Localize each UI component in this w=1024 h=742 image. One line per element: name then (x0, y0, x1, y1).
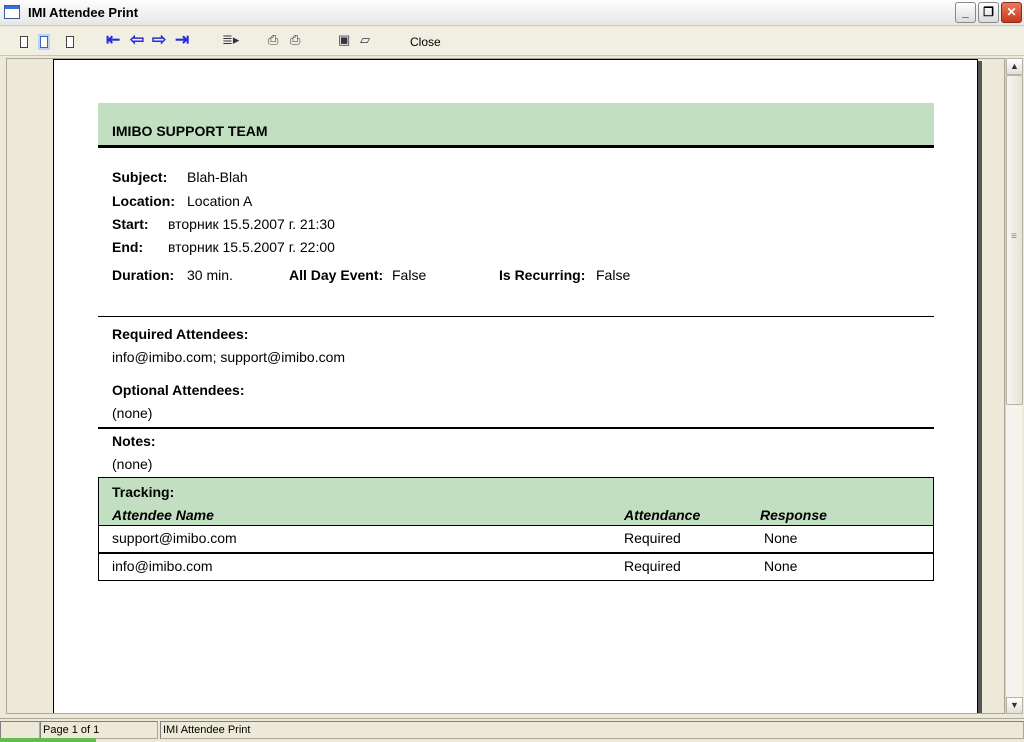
title-bar: IMI Attendee Print _ ❐ ✕ (0, 0, 1024, 26)
subject-label: Subject: (112, 169, 168, 185)
tracking-header: Tracking: Attendee Name Attendance Respo… (99, 478, 933, 526)
previous-page-icon[interactable]: ⇦ (130, 31, 144, 49)
window-title: IMI Attendee Print (28, 5, 139, 20)
attendee-name-cell: info@imibo.com (112, 558, 213, 574)
recurring-label: Is Recurring: (499, 267, 586, 283)
table-row: support@imibo.com Required None (99, 526, 933, 554)
location-label: Location: (112, 193, 175, 209)
last-page-icon[interactable]: ⇥ (175, 31, 189, 49)
status-pane-empty (0, 721, 40, 739)
all-day-value: False (392, 267, 427, 283)
end-value: вторник 15.5.2007 г. 22:00 (168, 239, 335, 255)
report-page: IMIBO SUPPORT TEAM Subject: Blah-Blah Lo… (53, 59, 978, 713)
page-shadow (978, 61, 982, 713)
end-label: End: (112, 239, 144, 255)
notes-value: (none) (112, 456, 153, 472)
response-cell: None (764, 530, 798, 546)
taskbar-strip (0, 738, 96, 742)
column-header-attendee-name: Attendee Name (112, 507, 214, 523)
report-viewport: IMIBO SUPPORT TEAM Subject: Blah-Blah Lo… (6, 58, 1005, 714)
location-value: Location A (187, 193, 253, 209)
column-header-attendance: Attendance (624, 507, 701, 523)
tracking-table: Tracking: Attendee Name Attendance Respo… (98, 477, 934, 581)
close-window-button[interactable]: ✕ (1001, 2, 1022, 23)
optional-attendees-value: (none) (112, 405, 153, 421)
attendance-cell: Required (624, 558, 681, 574)
duration-label: Duration: (112, 267, 175, 283)
recurring-value: False (596, 267, 631, 283)
scroll-up-icon[interactable]: ▲ (1006, 58, 1023, 75)
start-value: вторник 15.5.2007 г. 21:30 (168, 216, 335, 232)
duration-value: 30 min. (187, 267, 233, 283)
required-attendees-value: info@imibo.com; support@imibo.com (112, 349, 346, 365)
divider (98, 427, 934, 429)
close-button[interactable]: Close (410, 35, 441, 51)
optional-attendees-label: Optional Attendees: (112, 382, 245, 398)
save-icon[interactable]: ▣ (338, 33, 350, 49)
scroll-down-icon[interactable]: ▼ (1006, 697, 1023, 714)
column-header-response: Response (760, 507, 827, 523)
status-bar: Page 1 of 1 IMI Attendee Print (0, 718, 1024, 742)
subject-value: Blah-Blah (187, 169, 248, 185)
minimize-button[interactable]: _ (955, 2, 976, 23)
status-document-name: IMI Attendee Print (160, 721, 1024, 739)
start-label: Start: (112, 216, 149, 232)
print-setup-icon[interactable]: ⎙ (268, 33, 278, 49)
response-cell: None (764, 558, 798, 574)
team-title: IMIBO SUPPORT TEAM (112, 123, 268, 139)
whole-page-icon[interactable] (66, 36, 74, 48)
goto-page-icon[interactable]: ≣▸ (222, 33, 239, 49)
divider (98, 316, 934, 317)
notes-label: Notes: (112, 433, 156, 449)
restore-button[interactable]: ❐ (978, 2, 999, 23)
report-header-band: IMIBO SUPPORT TEAM (98, 103, 934, 148)
open-folder-icon[interactable]: ▱ (360, 33, 370, 49)
page-width-icon[interactable] (40, 36, 48, 48)
toolbar: ⇤ ⇦ ⇨ ⇥ ≣▸ ⎙ ⎙ ▣ ▱ Close (0, 27, 1024, 56)
all-day-label: All Day Event: (289, 267, 384, 283)
attendee-name-cell: support@imibo.com (112, 530, 237, 546)
table-row: info@imibo.com Required None (99, 554, 933, 582)
status-page-count: Page 1 of 1 (40, 721, 158, 739)
attendance-cell: Required (624, 530, 681, 546)
vertical-scrollbar[interactable]: ▲ ▼ (1005, 58, 1023, 714)
window-app-icon (4, 5, 20, 19)
scroll-thumb[interactable] (1006, 75, 1023, 405)
tracking-label: Tracking: (112, 484, 175, 500)
required-attendees-label: Required Attendees: (112, 326, 249, 342)
first-page-icon[interactable]: ⇤ (106, 31, 120, 49)
single-page-icon[interactable] (20, 36, 28, 48)
print-icon[interactable]: ⎙ (290, 33, 300, 49)
next-page-icon[interactable]: ⇨ (152, 31, 166, 49)
